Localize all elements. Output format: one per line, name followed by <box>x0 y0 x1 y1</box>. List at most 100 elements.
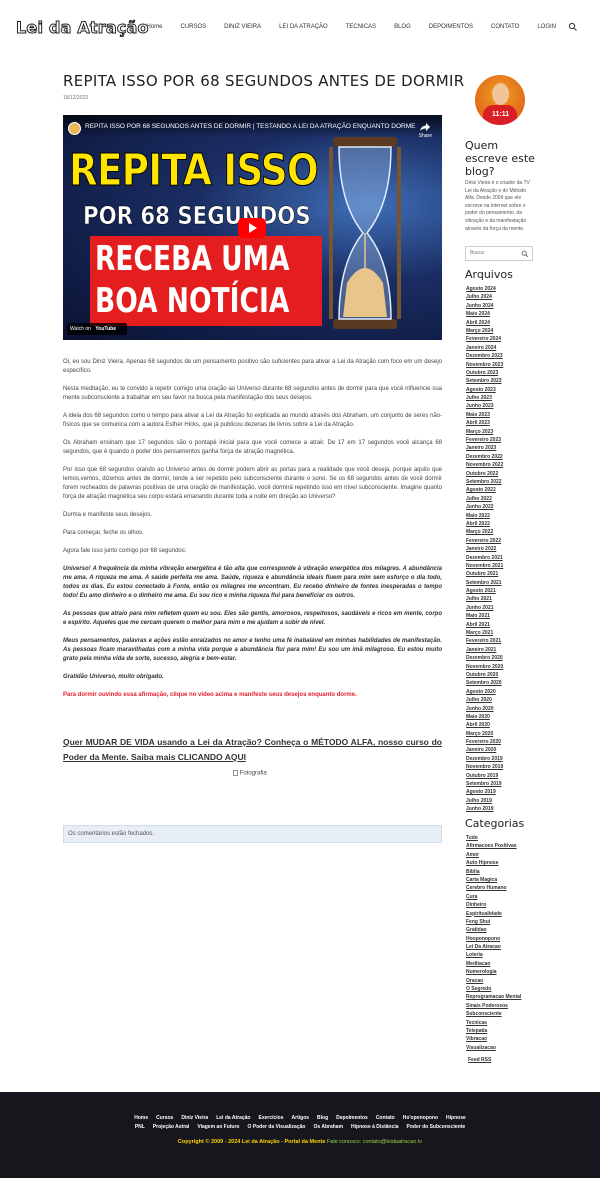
archive-link[interactable]: Outubro 2021 <box>466 570 503 578</box>
archive-link[interactable]: Fevereiro 2023 <box>466 436 503 444</box>
archive-link[interactable]: Março 2024 <box>466 327 503 335</box>
footer-link[interactable]: Home <box>134 1115 148 1121</box>
archive-link[interactable]: Junho 2022 <box>466 503 503 511</box>
category-link[interactable]: Cerebro Humano <box>466 884 521 892</box>
archive-link[interactable]: Janeiro 2022 <box>466 545 503 553</box>
archive-link[interactable]: Agosto 2019 <box>466 788 503 796</box>
archive-link[interactable]: Julho 2023 <box>466 394 503 402</box>
nav-tecnicas[interactable]: TECNICAS <box>346 24 376 30</box>
search-icon[interactable] <box>521 250 529 258</box>
archive-link[interactable]: Maio 2021 <box>466 612 503 620</box>
search-icon[interactable] <box>568 22 578 32</box>
archive-link[interactable]: Junho 2020 <box>466 705 503 713</box>
archive-link[interactable]: Junho 2019 <box>466 805 503 813</box>
archive-link[interactable]: Março 2020 <box>466 730 503 738</box>
archive-link[interactable]: Outubro 2019 <box>466 772 503 780</box>
archive-link[interactable]: Agosto 2020 <box>466 688 503 696</box>
archive-link[interactable]: Fevereiro 2024 <box>466 335 503 343</box>
category-link[interactable]: Biblia <box>466 868 521 876</box>
nav-lei-da-atracao[interactable]: LEI DA ATRAÇÃO <box>279 24 328 30</box>
channel-avatar[interactable] <box>68 122 81 135</box>
category-link[interactable]: Tecnicas <box>466 1019 521 1027</box>
footer-link[interactable]: Hipnose à Distância <box>351 1124 399 1130</box>
category-link[interactable]: Loteria <box>466 951 521 959</box>
category-link[interactable]: Dinheiro <box>466 901 521 909</box>
archive-link[interactable]: Novembro 2022 <box>466 461 503 469</box>
archive-link[interactable]: Janeiro 2021 <box>466 646 503 654</box>
archive-link[interactable]: Outubro 2022 <box>466 470 503 478</box>
category-link[interactable]: Auto Hipnose <box>466 859 521 867</box>
share-button[interactable]: Share <box>419 123 432 139</box>
archive-link[interactable]: Agosto 2024 <box>466 285 503 293</box>
category-link[interactable]: Visualizacao <box>466 1044 521 1052</box>
category-link[interactable]: Hooponopono <box>466 935 521 943</box>
archive-link[interactable]: Agosto 2021 <box>466 587 503 595</box>
footer-link[interactable]: Viagem ao Futuro <box>197 1124 239 1130</box>
course-cta-link[interactable]: Quer MUDAR DE VIDA usando a Lei da Atraç… <box>63 735 442 765</box>
archive-link[interactable]: Novembro 2023 <box>466 361 503 369</box>
category-link[interactable]: Espiritualidade <box>466 910 521 918</box>
category-link[interactable]: O Segredo <box>466 985 521 993</box>
footer-link[interactable]: Depoimentos <box>336 1115 368 1121</box>
archive-link[interactable]: Dezembro 2020 <box>466 654 503 662</box>
archive-link[interactable]: Agosto 2022 <box>466 486 503 494</box>
archive-link[interactable]: Julho 2022 <box>466 495 503 503</box>
archive-link[interactable]: Setembro 2020 <box>466 679 503 687</box>
category-link[interactable]: Lei Da Atracao <box>466 943 521 951</box>
watch-on-youtube[interactable]: Watch on YouTube <box>67 323 127 335</box>
sidebar-search-input[interactable] <box>470 250 522 256</box>
archive-link[interactable]: Setembro 2021 <box>466 579 503 587</box>
archive-link[interactable]: Janeiro 2020 <box>466 746 503 754</box>
archive-link[interactable]: Julho 2019 <box>466 797 503 805</box>
archive-link[interactable]: Março 2021 <box>466 629 503 637</box>
archive-link[interactable]: Setembro 2019 <box>466 780 503 788</box>
archive-link[interactable]: Junho 2021 <box>466 604 503 612</box>
footer-link[interactable]: O Poder da Visualização <box>247 1124 305 1130</box>
category-link[interactable]: Tudo <box>466 834 521 842</box>
category-link[interactable]: Amor <box>466 851 521 859</box>
nav-contato[interactable]: CONTATO <box>491 24 519 30</box>
category-link[interactable]: Numerologia <box>466 968 521 976</box>
video-embed[interactable]: REPITA ISSO POR 68 SEGUNDOS ANTES DE DOR… <box>63 115 442 340</box>
archive-link[interactable]: Maio 2022 <box>466 512 503 520</box>
category-link[interactable]: Vibracao <box>466 1035 521 1043</box>
nav-blog[interactable]: BLOG <box>394 24 411 30</box>
archive-link[interactable]: Julho 2021 <box>466 595 503 603</box>
footer-link[interactable]: PNL <box>135 1124 145 1130</box>
archive-link[interactable]: Setembro 2022 <box>466 478 503 486</box>
archive-link[interactable]: Agosto 2023 <box>466 386 503 394</box>
archive-link[interactable]: Abril 2021 <box>466 621 503 629</box>
nav-cursos[interactable]: CURSOS <box>180 24 206 30</box>
archive-link[interactable]: Dezembro 2023 <box>466 352 503 360</box>
archive-link[interactable]: Junho 2023 <box>466 402 503 410</box>
footer-link[interactable]: Cursos <box>156 1115 173 1121</box>
category-link[interactable]: Afirmacoes Positivas <box>466 842 521 850</box>
nav-home[interactable]: Home <box>146 24 162 30</box>
footer-link[interactable]: Poder do Subconsciente <box>407 1124 466 1130</box>
category-link[interactable]: Feng Shui <box>466 918 521 926</box>
category-link[interactable]: Telepatia <box>466 1027 521 1035</box>
nav-login[interactable]: LOGIN <box>537 24 556 30</box>
nav-diniz-vieira[interactable]: DINIZ VIEIRA <box>224 24 261 30</box>
archive-link[interactable]: Janeiro 2024 <box>466 344 503 352</box>
footer-link[interactable]: Lei da Atração <box>216 1115 250 1121</box>
archive-link[interactable]: Maio 2023 <box>466 411 503 419</box>
archive-link[interactable]: Fevereiro 2022 <box>466 537 503 545</box>
archive-link[interactable]: Dezembro 2022 <box>466 453 503 461</box>
nav-depoimentos[interactable]: DEPOIMENTOS <box>429 24 473 30</box>
archive-link[interactable]: Novembro 2020 <box>466 663 503 671</box>
video-title[interactable]: REPITA ISSO POR 68 SEGUNDOS ANTES DE DOR… <box>85 123 416 130</box>
archive-link[interactable]: Abril 2020 <box>466 721 503 729</box>
footer-link[interactable]: Blog <box>317 1115 328 1121</box>
category-link[interactable]: Sinais Poderosos <box>466 1002 521 1010</box>
archive-link[interactable]: Novembro 2021 <box>466 562 503 570</box>
archive-link[interactable]: Abril 2024 <box>466 319 503 327</box>
contact-text[interactable]: Fale conosco: contato@leidaatracao.tv <box>327 1139 422 1145</box>
archive-link[interactable]: Setembro 2023 <box>466 377 503 385</box>
archive-link[interactable]: Junho 2024 <box>466 302 503 310</box>
archive-link[interactable]: Dezembro 2019 <box>466 755 503 763</box>
category-link[interactable]: Oracao <box>466 977 521 985</box>
archive-link[interactable]: Março 2023 <box>466 428 503 436</box>
footer-link[interactable]: Exercícios <box>259 1115 284 1121</box>
archive-link[interactable]: Julho 2020 <box>466 696 503 704</box>
